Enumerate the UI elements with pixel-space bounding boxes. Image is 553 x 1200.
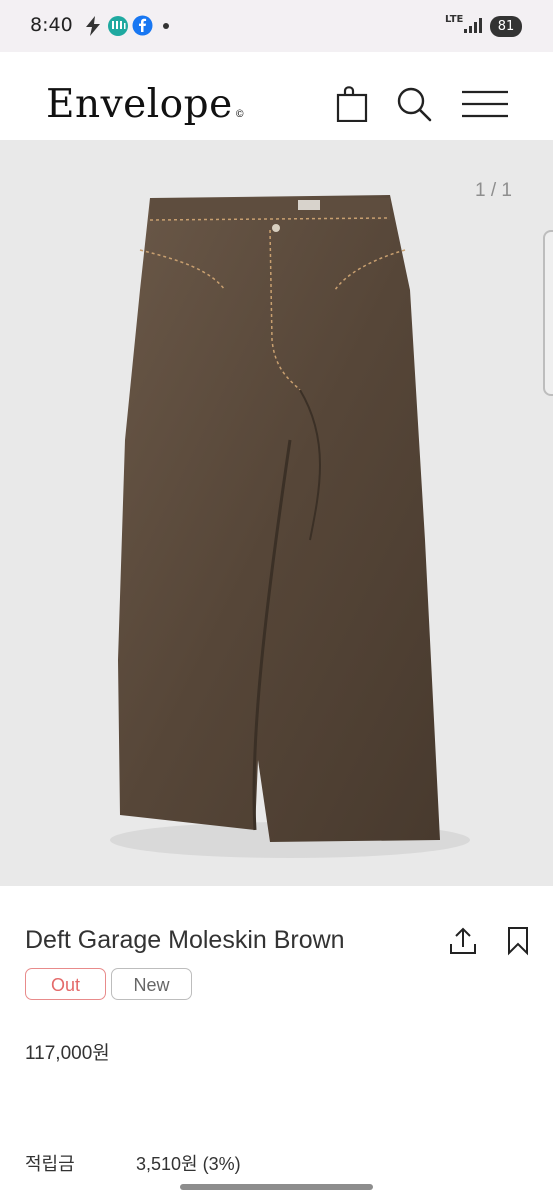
logo-mark: © <box>234 109 246 120</box>
product-image-gallery[interactable]: 1 / 1 <box>0 140 553 886</box>
facebook-icon <box>132 15 153 36</box>
side-panel-handle[interactable] <box>543 230 553 396</box>
app-badge-icon <box>108 16 128 36</box>
shopping-bag-icon[interactable] <box>336 86 368 122</box>
badge-new: New <box>111 968 192 1000</box>
image-counter: 1 / 1 <box>475 180 512 201</box>
search-icon[interactable] <box>396 86 432 122</box>
bookmark-icon[interactable] <box>506 926 530 956</box>
status-bar: 8:40 LTE 81 <box>0 0 553 52</box>
status-time: 8:40 <box>30 14 73 36</box>
notification-dot <box>163 23 169 29</box>
home-indicator[interactable] <box>180 1184 373 1190</box>
badge-out: Out <box>25 968 106 1000</box>
menu-icon[interactable] <box>461 90 509 118</box>
lightning-icon <box>86 16 100 36</box>
product-price: 117,000원 <box>25 1043 110 1064</box>
site-header: Envelope © <box>0 52 553 140</box>
signal-icon <box>464 18 482 33</box>
points-value: 3,510원 (3%) <box>136 1154 241 1174</box>
points-label: 적립금 <box>25 1154 75 1174</box>
share-icon[interactable] <box>448 926 478 956</box>
site-logo[interactable]: Envelope © <box>46 82 245 127</box>
network-type: LTE <box>445 14 464 25</box>
product-image <box>110 195 470 858</box>
product-title: Deft Garage Moleskin Brown <box>25 926 345 954</box>
battery-indicator: 81 <box>490 16 522 37</box>
logo-text: Envelope <box>46 82 233 127</box>
